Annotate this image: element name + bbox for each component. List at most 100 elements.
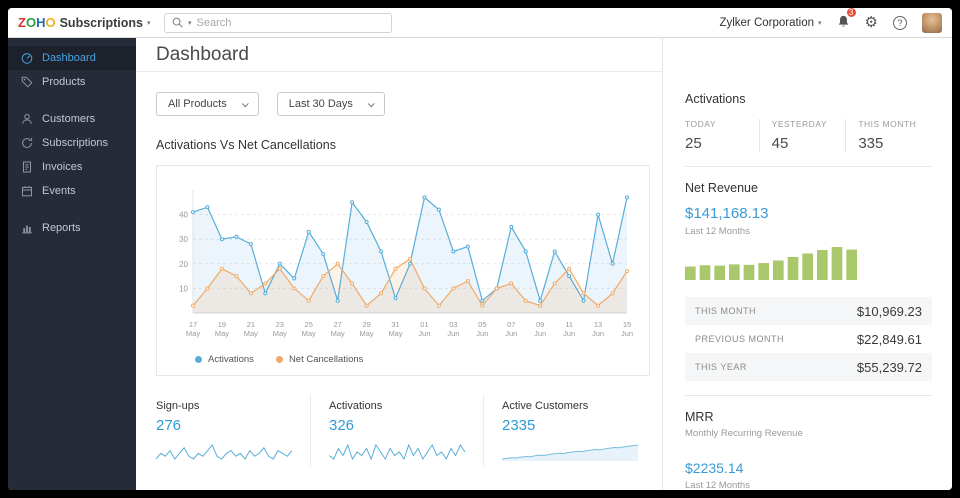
svg-text:23: 23 (276, 320, 284, 329)
svg-text:May: May (302, 329, 316, 338)
net-revenue-table: THIS MONTH $10,969.23 PREVIOUS MONTH $22… (685, 297, 932, 381)
svg-text:Jun: Jun (534, 329, 546, 338)
help-icon: ? (897, 17, 903, 28)
app-window: ZOHO Subscriptions ▾ ▾ Zylker Corporatio… (8, 8, 952, 490)
search-scope-caret[interactable]: ▾ (188, 19, 192, 27)
row-value: $22,849.61 (856, 331, 922, 347)
screen-frame: ZOHO Subscriptions ▾ ▾ Zylker Corporatio… (0, 0, 960, 498)
svg-text:07: 07 (507, 320, 515, 329)
mrr-title: MRR (685, 410, 714, 424)
mrr-period: Last 12 Months (685, 480, 750, 490)
sidebar-item-customers[interactable]: Customers (8, 107, 136, 131)
org-switcher[interactable]: Zylker Corporation ▾ (719, 17, 821, 29)
legend-label: Activations (208, 354, 254, 365)
sidebar-item-label: Reports (42, 222, 81, 234)
date-range-dropdown[interactable]: Last 30 Days (276, 92, 385, 116)
divider (685, 395, 932, 396)
mrr-amount: $2235.14 (685, 460, 744, 476)
svg-text:25: 25 (305, 320, 313, 329)
svg-text:May: May (244, 329, 258, 338)
help-button[interactable]: ? (893, 15, 907, 30)
svg-text:Jun: Jun (476, 329, 488, 338)
search-box[interactable]: ▾ (164, 12, 392, 33)
row-value: $55,239.72 (856, 359, 922, 375)
activations-vs-cancellations-chart: 1020304017May19May21May23May25May27May29… (179, 190, 633, 338)
svg-text:May: May (215, 329, 229, 338)
sidebar-item-dashboard[interactable]: Dashboard (8, 46, 136, 70)
stat-label: Activations (329, 400, 383, 412)
notifications-button[interactable]: 3 (837, 8, 857, 33)
activations-this-month: THIS MONTH 335 (845, 119, 932, 152)
svg-text:10: 10 (179, 284, 188, 293)
chevron-down-icon (367, 99, 375, 107)
activations-today: TODAY 25 (685, 119, 759, 152)
activations-summary: TODAY 25 YESTERDAY 45 THIS MONTH 335 (685, 119, 932, 152)
stat-label: TODAY (685, 119, 716, 129)
stats-row: Sign-ups 276 Activations 326 Active Cust… (156, 394, 650, 467)
dashboard-icon (21, 52, 33, 64)
svg-text:Jun: Jun (563, 329, 575, 338)
tag-icon (21, 76, 33, 88)
net-revenue-title: Net Revenue (685, 181, 758, 195)
stat-value: 276 (156, 417, 182, 434)
active-customers-sparkline (502, 444, 638, 461)
right-panel: Activations TODAY 25 YESTERDAY 45 THIS M… (662, 38, 952, 490)
svg-text:01: 01 (420, 320, 428, 329)
svg-text:09: 09 (536, 320, 544, 329)
bar-chart-icon (21, 222, 33, 234)
stat-value: 25 (685, 135, 702, 152)
sidebar-item-subscriptions[interactable]: Subscriptions (8, 131, 136, 155)
stat-value: 2335 (502, 417, 536, 434)
sidebar-item-label: Subscriptions (42, 137, 109, 149)
user-avatar[interactable] (922, 12, 942, 33)
svg-text:Jun: Jun (447, 329, 459, 338)
sidebar-item-label: Customers (42, 113, 96, 125)
stat-card-signups: Sign-ups 276 (156, 394, 310, 467)
sidebar-item-products[interactable]: Products (8, 70, 136, 94)
mrr-subtitle: Monthly Recurring Revenue (685, 428, 803, 439)
legend-label: Net Cancellations (288, 354, 364, 365)
sidebar-item-events[interactable]: Events (8, 179, 136, 203)
chevron-down-icon (241, 99, 249, 107)
topbar: ZOHO Subscriptions ▾ ▾ Zylker Corporatio… (8, 8, 952, 38)
svg-text:May: May (388, 329, 402, 338)
sidebar-item-invoices[interactable]: Invoices (8, 155, 136, 179)
svg-text:11: 11 (565, 320, 573, 329)
sidebar-item-reports[interactable]: Reports (8, 216, 136, 240)
net-revenue-row: THIS MONTH $10,969.23 (685, 297, 932, 325)
stat-label: Sign-ups (156, 400, 200, 412)
activations-chart-panel: 10 20 30 40 17 May 19 May 21 May 23 May 25 May 27 May 29… (156, 165, 650, 376)
chart-legend: Activations Net Cancellations (195, 354, 641, 365)
stat-value: 45 (771, 135, 789, 152)
svg-text:May: May (360, 329, 374, 338)
sidebar-item-label: Events (42, 185, 76, 197)
org-name: Zylker Corporation (719, 16, 815, 29)
stat-value: 335 (858, 135, 884, 152)
net-revenue-amount: $141,168.13 (685, 205, 769, 222)
legend-item-activations: Activations (195, 354, 254, 365)
svg-text:13: 13 (594, 320, 602, 329)
product-name: Subscriptions (59, 15, 143, 30)
activations-yesterday: YESTERDAY 45 (758, 119, 846, 152)
sidebar: Dashboard Products Customers Subscriptio… (8, 38, 136, 490)
net-revenue-row: THIS YEAR $55,239.72 (685, 353, 932, 381)
net-revenue-row: PREVIOUS MONTH $22,849.61 (685, 325, 932, 353)
document-icon (21, 161, 33, 173)
sidebar-item-label: Dashboard (42, 52, 96, 64)
svg-text:17: 17 (189, 320, 197, 329)
row-label: THIS YEAR (695, 362, 747, 372)
svg-text:15: 15 (623, 320, 631, 329)
settings-button[interactable]: ⚙ (865, 15, 878, 30)
svg-text:May: May (186, 329, 200, 338)
svg-text:May: May (331, 329, 345, 338)
svg-text:03: 03 (449, 320, 457, 329)
calendar-icon (21, 185, 33, 197)
product-filter-dropdown[interactable]: All Products (156, 92, 259, 116)
svg-text:Jun: Jun (418, 329, 430, 338)
svg-text:27: 27 (333, 320, 341, 329)
net-revenue-bar-chart (685, 247, 857, 280)
stat-label: THIS MONTH (858, 119, 917, 129)
zoho-logo[interactable]: ZOHO Subscriptions ▾ (18, 15, 164, 30)
search-input[interactable] (196, 16, 384, 29)
stat-label: YESTERDAY (771, 119, 828, 129)
